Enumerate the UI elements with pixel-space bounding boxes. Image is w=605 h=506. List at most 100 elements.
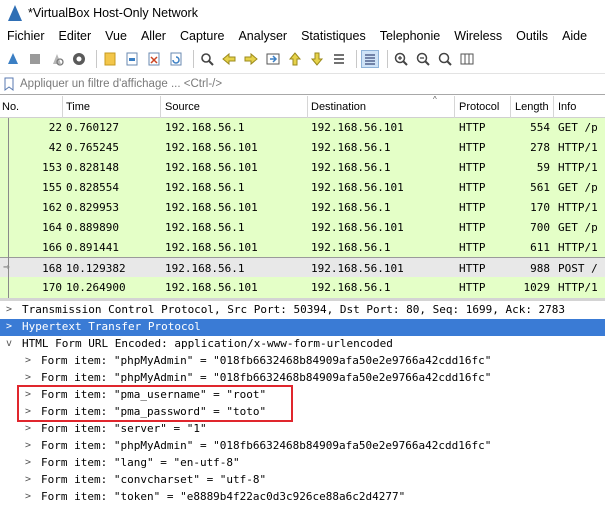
save-file-icon[interactable] xyxy=(123,50,141,68)
column-header-protocol[interactable]: Protocol xyxy=(459,101,499,113)
column-header-destination[interactable]: Destination xyxy=(311,101,366,113)
auto-scroll-icon[interactable] xyxy=(330,50,348,68)
go-first-icon[interactable] xyxy=(286,50,304,68)
packet-protocol: HTTP xyxy=(459,281,486,294)
packet-row[interactable]: 153 0.828148 192.168.56.101 192.168.56.1 HTT… xyxy=(0,157,605,178)
wireshark-logo-icon xyxy=(8,5,22,21)
menu-outils[interactable]: Outils xyxy=(516,29,548,43)
packet-list-header: No. Time Source Destination ^ Protocol L… xyxy=(0,95,605,118)
column-divider[interactable] xyxy=(62,96,63,118)
packet-source: 192.168.56.101 xyxy=(165,161,258,174)
toolbar-separator xyxy=(387,50,388,68)
packet-protocol: HTTP xyxy=(459,221,486,234)
detail-tree-item[interactable]: > Form item: "token" = "e8889b4f22ac0d3c9… xyxy=(0,489,605,506)
detail-tree-label: HTML Form URL Encoded: application/x-www… xyxy=(22,337,393,350)
expand-right-icon[interactable]: > xyxy=(25,355,31,366)
packet-protocol: HTTP xyxy=(459,181,486,194)
expand-right-icon[interactable]: > xyxy=(6,304,12,315)
column-header-time[interactable]: Time xyxy=(66,101,90,113)
expand-right-icon[interactable]: > xyxy=(25,423,31,434)
detail-tree-item[interactable]: > Form item: "server" = "1" xyxy=(0,421,605,438)
column-divider[interactable] xyxy=(553,96,554,118)
menu-fichier[interactable]: Fichier xyxy=(7,29,45,43)
pane-splitter[interactable] xyxy=(0,298,605,301)
menu-wireless[interactable]: Wireless xyxy=(454,29,502,43)
detail-tree-item[interactable]: > Form item: "phpMyAdmin" = "018fb6632468… xyxy=(0,438,605,455)
packet-row[interactable]: 168 10.129382 192.168.56.1 192.168.56.101 HT… xyxy=(0,257,605,278)
packet-row[interactable]: 162 0.829953 192.168.56.101 192.168.56.1 HTT… xyxy=(0,197,605,218)
expand-right-icon[interactable]: > xyxy=(6,321,12,332)
expand-down-icon[interactable]: v xyxy=(6,338,12,349)
menu-analyser[interactable]: Analyser xyxy=(238,29,287,43)
zoom-normal-icon[interactable] xyxy=(436,50,454,68)
detail-tree-item[interactable]: > Form item: "convcharset" = "utf-8" xyxy=(0,472,605,489)
detail-tree-label: Form item: "token" = "e8889b4f22ac0d3c92… xyxy=(41,490,406,503)
column-divider[interactable] xyxy=(454,96,455,118)
go-forward-icon[interactable] xyxy=(242,50,260,68)
menu-statistiques[interactable]: Statistiques xyxy=(301,29,366,43)
packet-time: 10.129382 xyxy=(66,262,126,275)
menu-telephonie[interactable]: Telephonie xyxy=(380,29,440,43)
expand-right-icon[interactable]: > xyxy=(25,491,31,502)
menu-aide[interactable]: Aide xyxy=(562,29,587,43)
go-last-icon[interactable] xyxy=(308,50,326,68)
detail-tree-item[interactable]: > Transmission Control Protocol, Src Port… xyxy=(0,302,605,319)
detail-tree-item[interactable]: > Form item: "lang" = "en-utf-8" xyxy=(0,455,605,472)
column-header-no[interactable]: No. xyxy=(2,101,19,113)
packet-row[interactable]: 42 0.765245 192.168.56.101 192.168.56.1 HTTP… xyxy=(0,137,605,158)
packet-no: 22 xyxy=(48,121,62,134)
menu-capture[interactable]: Capture xyxy=(180,29,224,43)
packet-row[interactable]: 22 0.760127 192.168.56.1 192.168.56.101 HTTP… xyxy=(0,118,605,138)
reload-file-icon[interactable] xyxy=(167,50,185,68)
packet-no: 170 xyxy=(42,281,62,294)
detail-tree-label: Transmission Control Protocol, Src Port:… xyxy=(22,303,566,316)
column-divider[interactable] xyxy=(160,96,161,118)
detail-tree-item[interactable]: > Hypertext Transfer Protocol xyxy=(0,319,605,336)
column-header-length[interactable]: Length xyxy=(515,101,549,113)
zoom-in-icon[interactable] xyxy=(392,50,410,68)
stop-capture-icon[interactable] xyxy=(26,50,44,68)
packet-length: 278 xyxy=(530,141,550,154)
packet-row[interactable]: 166 0.891441 192.168.56.101 192.168.56.1 HTT… xyxy=(0,237,605,258)
packet-row[interactable]: 164 0.889890 192.168.56.1 192.168.56.101 HTT… xyxy=(0,217,605,238)
packet-row[interactable]: 170 10.264900 192.168.56.101 192.168.56.1 HT… xyxy=(0,277,605,298)
column-header-info[interactable]: Info xyxy=(558,101,576,113)
start-capture-icon[interactable] xyxy=(4,50,22,68)
menu-aller[interactable]: Aller xyxy=(141,29,166,43)
expand-right-icon[interactable]: > xyxy=(25,372,31,383)
detail-tree-item[interactable]: v HTML Form URL Encoded: application/x-ww… xyxy=(0,336,605,353)
packet-source: 192.168.56.101 xyxy=(165,281,258,294)
expand-right-icon[interactable]: > xyxy=(25,440,31,451)
detail-tree-item[interactable]: > Form item: "phpMyAdmin" = "018fb6632468… xyxy=(0,353,605,370)
packet-time: 0.828148 xyxy=(66,161,119,174)
column-divider[interactable] xyxy=(307,96,308,118)
expand-right-icon[interactable]: > xyxy=(25,457,31,468)
restart-capture-icon[interactable] xyxy=(48,50,66,68)
find-packet-icon[interactable] xyxy=(198,50,216,68)
go-back-icon[interactable] xyxy=(220,50,238,68)
detail-tree-label: Form item: "phpMyAdmin" = "018fb6632468b… xyxy=(41,439,492,452)
go-to-packet-icon[interactable] xyxy=(264,50,282,68)
column-header-source[interactable]: Source xyxy=(165,101,200,113)
colorize-icon[interactable] xyxy=(361,50,379,68)
menu-editer[interactable]: Editer xyxy=(59,29,92,43)
packet-protocol: HTTP xyxy=(459,262,486,275)
expand-right-icon[interactable]: > xyxy=(25,474,31,485)
column-divider[interactable] xyxy=(510,96,511,118)
packet-protocol: HTTP xyxy=(459,141,486,154)
packet-row[interactable]: 155 0.828554 192.168.56.1 192.168.56.101 HTT… xyxy=(0,177,605,198)
close-file-icon[interactable] xyxy=(145,50,163,68)
packet-length: 561 xyxy=(530,181,550,194)
display-filter-input[interactable] xyxy=(20,78,580,90)
packet-no: 153 xyxy=(42,161,62,174)
open-file-icon[interactable] xyxy=(101,50,119,68)
packet-list: 22 0.760127 192.168.56.1 192.168.56.101 HTTP… xyxy=(0,118,605,298)
window-title: *VirtualBox Host-Only Network xyxy=(28,6,198,20)
menu-vue[interactable]: Vue xyxy=(105,29,127,43)
resize-columns-icon[interactable] xyxy=(458,50,476,68)
packet-length: 59 xyxy=(536,161,550,174)
bookmark-icon[interactable] xyxy=(4,77,14,91)
packet-destination: 192.168.56.101 xyxy=(311,221,404,234)
capture-options-icon[interactable] xyxy=(70,50,88,68)
zoom-out-icon[interactable] xyxy=(414,50,432,68)
